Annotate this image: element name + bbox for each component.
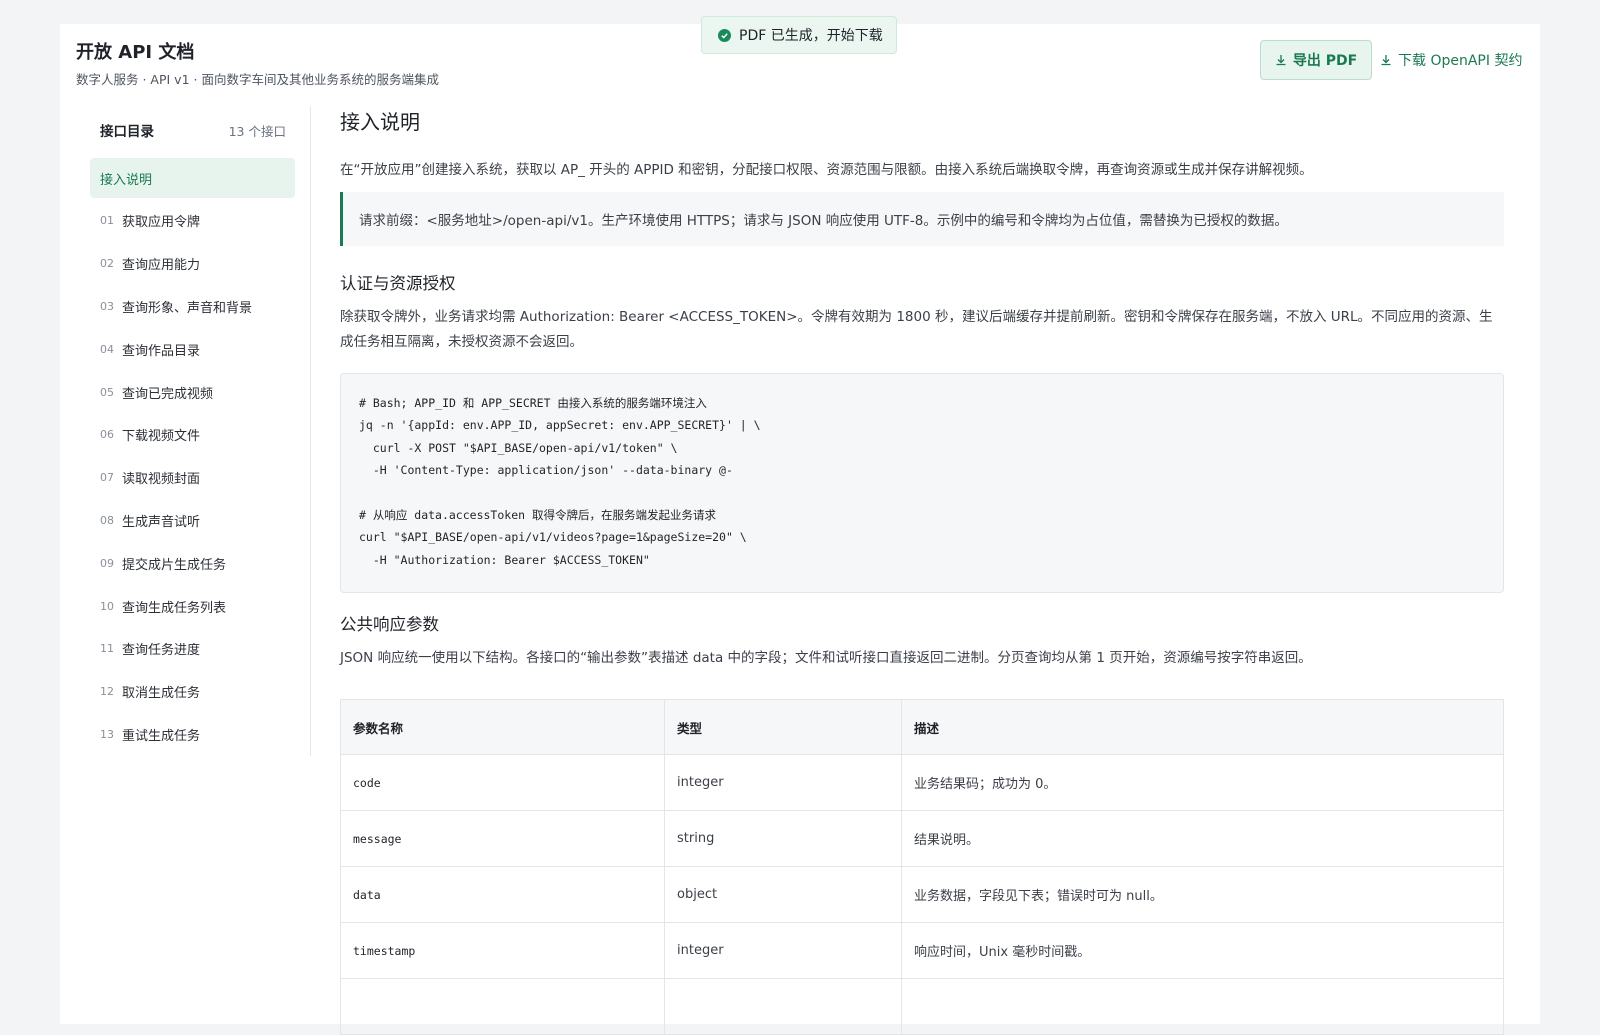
sidebar-item[interactable]: 06 下载视频文件 [90, 415, 295, 455]
sidebar-item-number: 10 [100, 599, 114, 613]
sidebar-item-label: 查询已完成视频 [122, 386, 214, 402]
sidebar-item-label: 取消生成任务 [122, 686, 201, 702]
sidebar-item[interactable]: 13 重试生成任务 [90, 714, 295, 754]
code-line: curl -X POST "$API_BASE/open-api/v1/toke… [359, 440, 678, 455]
sidebar-item-number: 04 [100, 342, 114, 356]
interface-count: 13 个接口 [228, 123, 286, 139]
export-pdf-button[interactable]: 导出 PDF [1260, 40, 1372, 80]
sidebar-item-number: 01 [100, 214, 114, 228]
check-circle-icon [718, 28, 731, 42]
sidebar-item[interactable]: 03 查询形象、声音和背景 [90, 286, 295, 326]
table-cell: object [664, 866, 902, 923]
intro-text: 在“开放应用”创建接入系统，获取以 AP_ 开头的 APPID 和密钥，分配接口… [340, 162, 1313, 178]
sidebar-item-label: 下载视频文件 [122, 429, 201, 445]
code-line: jq -n '{appId: env.APP_ID, appSecret: en… [359, 418, 761, 433]
table-cell: 业务数据，字段见下表；错误时可为 null。 [901, 866, 1504, 923]
sidebar-item[interactable]: 12 取消生成任务 [90, 672, 295, 712]
download-openapi-button[interactable]: 下载 OpenAPI 契约 [1380, 48, 1522, 72]
success-toast: PDF 已生成，开始下载 [701, 16, 897, 54]
table-cell: integer [664, 754, 902, 811]
sidebar-item-number: 07 [100, 471, 114, 485]
table-cell: integer [664, 922, 902, 979]
sidebar-item-number: 06 [100, 428, 114, 442]
sidebar-item-number: 12 [100, 685, 114, 699]
table-cell: timestamp [340, 922, 665, 979]
sidebar-item[interactable]: 10 查询生成任务列表 [90, 586, 295, 626]
column-header: 参数名称 [340, 699, 665, 755]
table-row [340, 978, 1504, 1035]
sidebar-item-label: 生成声音试听 [122, 514, 201, 530]
response-title: 公共响应参数 [340, 615, 439, 634]
response-params-table: 参数名称 类型 描述 code integer 业务结果码；成功为 0。 messag… [340, 699, 1504, 1035]
export-pdf-label: 导出 PDF [1292, 53, 1358, 69]
sidebar-item-label: 查询任务进度 [122, 643, 201, 659]
response-text: JSON 响应统一使用以下结构。各接口的“输出参数”表描述 data 中的字段；… [340, 650, 1312, 666]
sidebar-item-label: 查询生成任务列表 [122, 600, 227, 616]
sidebar-item-number: 03 [100, 299, 114, 313]
table-cell [901, 978, 1504, 1035]
table-row: timestamp integer 响应时间，Unix 毫秒时间戳。 [340, 922, 1504, 979]
page-title: 开放 API 文档 [76, 42, 195, 63]
auth-title: 认证与资源授权 [340, 274, 456, 293]
sidebar-item-number: 02 [100, 257, 114, 271]
sidebar-item[interactable]: 04 查询作品目录 [90, 329, 295, 369]
column-header: 类型 [664, 699, 902, 755]
table-cell [664, 978, 902, 1035]
table-cell: data [340, 866, 665, 923]
sidebar-item-label: 查询作品目录 [122, 343, 201, 359]
code-line: # Bash; APP_ID 和 APP_SECRET 由接入系统的服务端环境注… [359, 396, 707, 410]
sidebar-item-label: 读取视频封面 [122, 472, 201, 488]
code-line: curl "$API_BASE/open-api/v1/videos?page=… [359, 530, 747, 545]
sidebar-item[interactable]: 02 查询应用能力 [90, 244, 295, 284]
sidebar-item-number: 05 [100, 385, 114, 399]
table-cell: code [340, 754, 665, 811]
sidebar-item[interactable]: 07 读取视频封面 [90, 458, 295, 498]
sidebar-item-label: 查询形象、声音和背景 [122, 300, 253, 316]
sidebar-item[interactable]: 01 获取应用令牌 [90, 201, 295, 241]
table-row: code integer 业务结果码；成功为 0。 [340, 754, 1504, 811]
download-icon [1276, 55, 1286, 66]
sidebar-item-number: 13 [100, 727, 114, 741]
sidebar: 接口目录 13 个接口 接入说明 01 获取应用令牌 02 查询应用能力 03 查询形象、声… [90, 106, 311, 756]
sidebar-item[interactable]: 09 提交成片生成任务 [90, 543, 295, 583]
sidebar-item-number: 08 [100, 513, 114, 527]
sidebar-item[interactable]: 接入说明 [90, 158, 295, 198]
sidebar-item-label: 重试生成任务 [122, 728, 201, 744]
page-subtitle: 数字人服务 · API v1 · 面向数字车间及其他业务系统的服务端集成 [76, 72, 439, 87]
table-cell: 响应时间，Unix 毫秒时间戳。 [901, 922, 1504, 979]
table-cell: string [664, 810, 902, 867]
sidebar-item-label: 获取应用令牌 [122, 215, 201, 231]
toast-text: PDF 已生成，开始下载 [739, 28, 883, 44]
download-icon [1381, 55, 1391, 66]
sidebar-item[interactable]: 08 生成声音试听 [90, 500, 295, 540]
sidebar-title: 接口目录 [100, 124, 154, 140]
table-cell: 结果说明。 [901, 810, 1504, 867]
code-example: # Bash; APP_ID 和 APP_SECRET 由接入系统的服务端环境注… [340, 373, 1504, 593]
request-prefix-note: 请求前缀：<服务地址>/open-api/v1。生产环境使用 HTTPS；请求与… [340, 192, 1504, 246]
sidebar-item[interactable]: 05 查询已完成视频 [90, 372, 295, 412]
sidebar-item[interactable]: 11 查询任务进度 [90, 629, 295, 669]
table-row: message string 结果说明。 [340, 810, 1504, 867]
sidebar-header: 接口目录 13 个接口 [100, 120, 286, 141]
table-header-row: 参数名称 类型 描述 [340, 699, 1504, 755]
code-line: -H "Authorization: Bearer $ACCESS_TOKEN" [359, 552, 650, 567]
sidebar-item-number: 11 [100, 642, 114, 656]
table-cell: 业务结果码；成功为 0。 [901, 754, 1504, 811]
table-row: data object 业务数据，字段见下表；错误时可为 null。 [340, 866, 1504, 923]
sidebar-item-label: 提交成片生成任务 [122, 557, 227, 573]
table-cell: message [340, 810, 665, 867]
code-line: # 从响应 data.accessToken 取得令牌后，在服务端发起业务请求 [359, 507, 716, 522]
code-line: -H 'Content-Type: application/json' --da… [359, 463, 733, 478]
table-cell [340, 978, 665, 1035]
download-openapi-label: 下载 OpenAPI 契约 [1398, 53, 1523, 69]
sidebar-item-label: 查询应用能力 [122, 258, 201, 274]
section-title: 接入说明 [340, 110, 420, 134]
auth-text: 除获取令牌外，业务请求均需 Authorization: Bearer <ACC… [340, 309, 1493, 350]
column-header: 描述 [901, 699, 1504, 755]
sidebar-item-label: 接入说明 [100, 172, 153, 188]
sidebar-item-number: 09 [100, 556, 114, 570]
